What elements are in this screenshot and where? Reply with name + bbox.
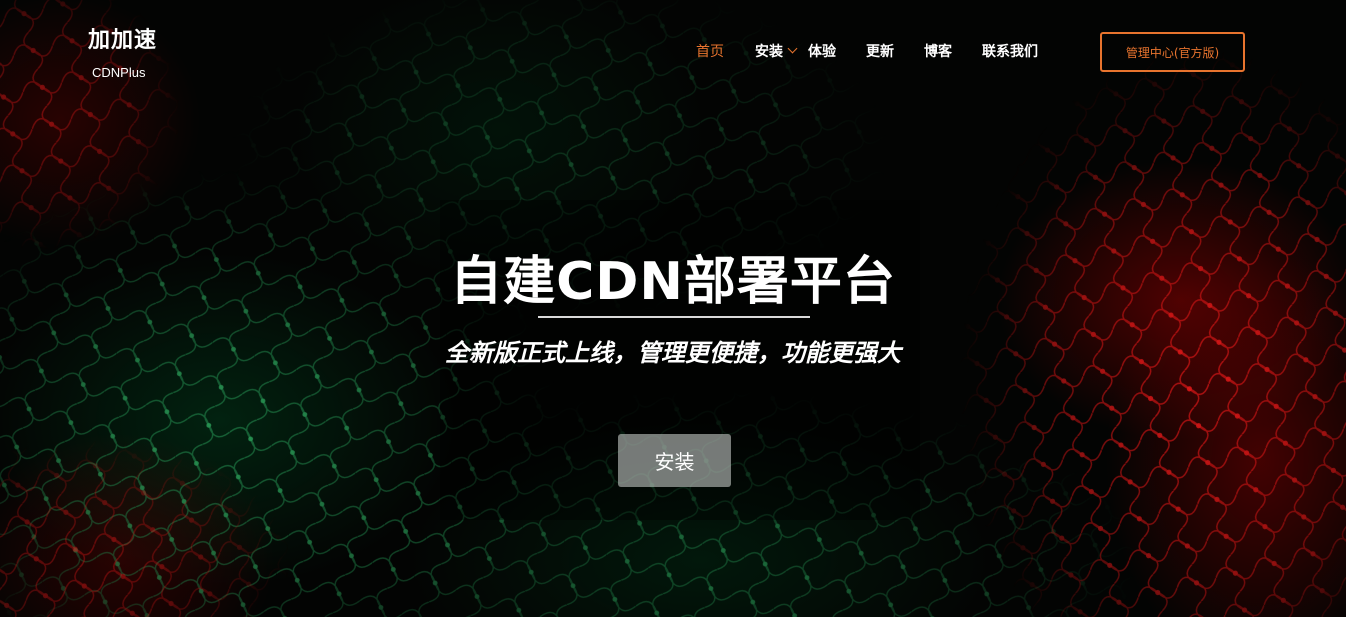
nav-item-updates[interactable]: 更新 (866, 43, 894, 61)
hero-section: 加加速 CDNPlus 首页 安装 体验 更新 博客 联系我们 管理中心(官方版… (0, 0, 1346, 617)
nav-item-install[interactable]: 安装 (755, 43, 798, 61)
top-navbar: 加加速 CDNPlus 首页 安装 体验 更新 博客 联系我们 管理中心(官方版… (0, 0, 1346, 100)
install-button[interactable]: 安装 (618, 434, 731, 487)
nav-item-experience[interactable]: 体验 (808, 43, 836, 61)
nav-item-blog[interactable]: 博客 (924, 43, 952, 61)
hero-title: 自建CDN部署平台 (450, 252, 896, 312)
nav-item-home[interactable]: 首页 (696, 43, 724, 61)
nav-item-contact[interactable]: 联系我们 (982, 43, 1038, 61)
hero-subtitle: 全新版正式上线，管理更便捷，功能更强大 (445, 339, 901, 367)
brand-title: 加加速 (88, 28, 158, 53)
main-nav: 首页 安装 体验 更新 博客 联系我们 (696, 43, 1038, 61)
chevron-down-icon (787, 43, 798, 54)
nav-item-install-label: 安装 (755, 44, 783, 60)
admin-center-button[interactable]: 管理中心(官方版) (1100, 32, 1245, 72)
title-underline (538, 316, 810, 318)
brand-subtitle: CDNPlus (92, 65, 146, 80)
site-logo[interactable]: 加加速 CDNPlus (88, 26, 157, 80)
